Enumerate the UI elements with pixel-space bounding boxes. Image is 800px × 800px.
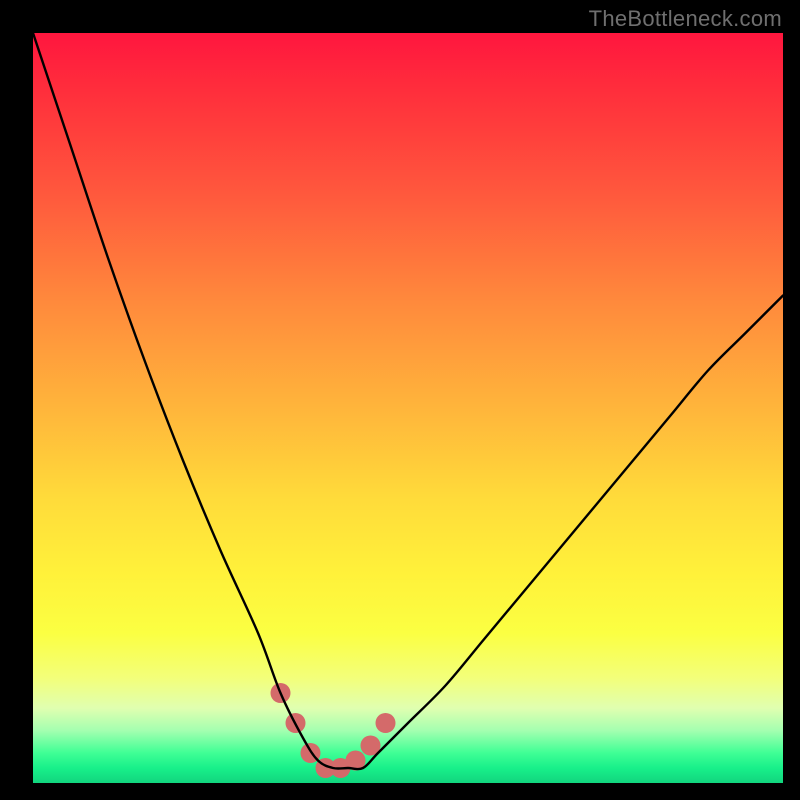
plot-area [33, 33, 783, 783]
curve-svg [33, 33, 783, 783]
dip-marker-dots [271, 683, 396, 778]
chart-frame: TheBottleneck.com [0, 0, 800, 800]
dip-marker-dot [376, 713, 396, 733]
watermark-text: TheBottleneck.com [589, 6, 782, 32]
bottleneck-curve-path [33, 33, 783, 769]
